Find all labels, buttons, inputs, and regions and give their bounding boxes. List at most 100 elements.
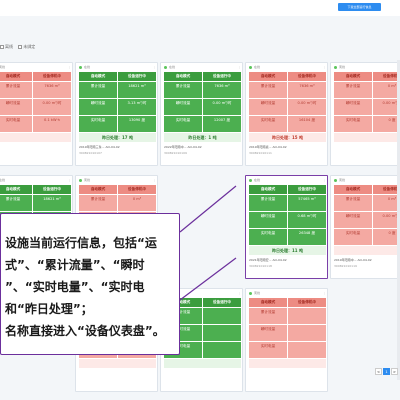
yesterday-processed xyxy=(164,359,241,368)
device-card[interactable]: 在线 ⋮ 自动模式 设备运行中 累计流量 57465 m³ 瞬时流量 0.68 m³/时 实时电… xyxy=(245,175,328,279)
card-header: 离线⋮ xyxy=(334,178,400,183)
checkbox-icon[interactable] xyxy=(18,45,23,49)
metric-value: 0.68 m³/时 xyxy=(288,212,326,228)
metric-label: 实时电量 xyxy=(334,116,372,132)
device-name-link[interactable]: 2022年阳南中... AO-04-02 xyxy=(164,145,241,149)
metric-label: 瞬时流量 xyxy=(79,99,117,115)
device-name-link[interactable]: 2019年阳南三条... AO-04-02 xyxy=(79,145,156,149)
status-label: 在线 xyxy=(254,65,261,69)
device-name-link[interactable]: 2019年阳南嘉... AO-04-02 xyxy=(249,145,326,149)
more-icon[interactable]: ⋮ xyxy=(238,65,241,70)
next-page-button[interactable]: > xyxy=(391,368,398,375)
metric-label: 累计流量 xyxy=(79,195,117,211)
device-name-link[interactable]: 2021年阳南宏... AO-04-02 xyxy=(249,258,326,262)
checkbox-icon[interactable] xyxy=(0,45,4,49)
metric-value: 7636 m³ xyxy=(203,82,241,98)
card-header: 在线 ⋮ xyxy=(249,178,326,183)
card-metrics: 自动模式 设备运行中 累计流量 7636 m³ 瞬时流量 0.00 m³/时 实时电量 120… xyxy=(164,72,241,133)
metric-value: 0 m³ xyxy=(373,82,400,98)
more-icon[interactable]: ⋮ xyxy=(323,178,326,183)
device-card[interactable]: 离线 ⋮ 自动模式 设备停机中 累计流量 瞬时流量 实时电量 xyxy=(245,288,328,392)
yesterday-processed xyxy=(249,359,326,368)
metric-label: 瞬时流量 xyxy=(164,99,202,115)
filter-unbound[interactable]: 未绑定 xyxy=(18,44,35,50)
status-label: 在线 xyxy=(254,178,261,182)
metric-value: 7636 m³ xyxy=(288,82,326,98)
device-name-link[interactable]: 2019年阳南中... AO-04-02 xyxy=(334,258,400,262)
metric-label: 瞬时流量 xyxy=(249,325,287,341)
device-id: 300821010111 xyxy=(249,151,272,155)
device-card[interactable]: 在线 ⋮ 自动模式 设备停机中 累计流量 7636 m³ 瞬时流量 0.00 m³/时 实时电量… xyxy=(245,62,328,166)
metric-value: 0.00 m³/时 xyxy=(288,99,326,115)
metric-value xyxy=(203,342,241,358)
yesterday-processed xyxy=(79,359,156,368)
yesterday-processed: 昨日处理：1 吨 xyxy=(164,133,241,142)
status-dot-icon xyxy=(334,178,337,182)
device-card[interactable]: 在线 ⋮ 自动模式设备运行中累计流量18621 m³瞬时流量3.13 m³/时实时电… xyxy=(75,62,158,166)
metric-value: 18621 m³ xyxy=(33,195,71,211)
status-dot-icon xyxy=(249,178,252,182)
device-card[interactable]: 离线 ⋮ 自动模式 设备停机中 累计流量 7636 m³ 瞬时流量 0.00 m³/时 实时电量… xyxy=(0,62,73,166)
metric-value: 57465 m³ xyxy=(288,195,326,211)
callout-line: 和“昨日处理”； xyxy=(5,302,93,316)
download-all-button[interactable]: 下载全部运行信息 xyxy=(338,3,381,11)
run-state: 设备运行中 xyxy=(288,185,326,194)
card-header: 离线⋮ xyxy=(0,65,71,70)
callout-line: 式”、“累计流量”、“瞬时 xyxy=(5,258,145,272)
top-bar: 下载全部运行信息 xyxy=(0,0,400,16)
status-dot-icon xyxy=(249,65,252,69)
metric-value: 0.00 m³/时 xyxy=(33,99,71,115)
card-header: 离线⋮ xyxy=(334,65,400,70)
metric-value: 12007 度 xyxy=(203,116,241,132)
metric-value xyxy=(288,342,326,358)
callout-line: ”、“实时电量”、“实时电 xyxy=(5,280,145,294)
run-state: 设备运行中 xyxy=(118,72,156,81)
page-button[interactable]: 1 xyxy=(383,368,390,375)
callout-line: 名称直接进入“设备仪表盘”。 xyxy=(5,324,165,338)
metric-value xyxy=(203,308,241,324)
status-dot-icon xyxy=(249,291,252,295)
more-icon[interactable]: ⋮ xyxy=(68,178,71,183)
metric-value: 0 度 xyxy=(373,116,400,132)
device-id: 300821010109 xyxy=(164,151,187,155)
metric-value: 16104 度 xyxy=(288,116,326,132)
status-label: 离线 xyxy=(254,291,261,295)
card-metrics: 自动模式设备运行中累计流量18621 m³瞬时流量3.13 m³/时实时电量13… xyxy=(79,72,156,133)
prev-page-button[interactable]: < xyxy=(375,368,382,375)
metric-value: 3.13 m³/时 xyxy=(118,99,156,115)
metric-label: 累计流量 xyxy=(0,195,32,211)
more-icon[interactable]: ⋮ xyxy=(323,65,326,70)
filter-bar: 离线 未绑定 xyxy=(0,44,39,53)
run-state: 设备运行中 xyxy=(203,72,241,81)
run-state: 设备停机中 xyxy=(118,185,156,194)
filter-offline[interactable]: 离线 xyxy=(0,44,13,50)
metric-value xyxy=(203,325,241,341)
metric-label: 累计流量 xyxy=(164,82,202,98)
more-icon[interactable]: ⋮ xyxy=(68,65,71,70)
metric-value: 0 度 xyxy=(373,229,400,245)
card-metrics: 自动模式 设备停机中 累计流量 7636 m³ 瞬时流量 0.00 m³/时 实时电量 0.1… xyxy=(0,72,71,133)
card-header: 离线⋮ xyxy=(79,178,156,183)
yesterday-processed xyxy=(334,133,400,142)
metric-value: 0 m³ xyxy=(373,195,400,211)
device-card[interactable]: 离线⋮ 自动模式设备停机中累计流量0 m³瞬时流量0.00 m³/时实时电量0 度… xyxy=(330,175,400,279)
metric-label: 瞬时流量 xyxy=(0,99,32,115)
device-card[interactable]: 离线⋮ 自动模式设备停机中累计流量0 m³瞬时流量0.00 m³/时实时电量0 度 xyxy=(330,62,400,166)
more-icon[interactable]: ⋮ xyxy=(238,291,241,296)
card-metrics: 自动模式设备停机中累计流量0 m³瞬时流量0.00 m³/时实时电量0 度 xyxy=(334,185,400,246)
device-card[interactable]: 在线 ⋮ 自动模式 设备运行中 累计流量 7636 m³ 瞬时流量 0.00 m³/时 实时电量… xyxy=(160,62,243,166)
metric-label: 瞬时流量 xyxy=(249,99,287,115)
more-icon[interactable]: ⋮ xyxy=(153,65,156,70)
more-icon[interactable]: ⋮ xyxy=(323,291,326,296)
metric-value: 0 m³ xyxy=(118,195,156,211)
yesterday-processed: 昨日处理：11 吨 xyxy=(249,246,326,255)
yesterday-processed xyxy=(0,133,71,142)
mode-label: 自动模式 xyxy=(334,72,372,81)
status-dot-icon xyxy=(79,65,82,69)
card-metrics: 自动模式 设备运行中 累计流量 57465 m³ 瞬时流量 0.68 m³/时 实时电量 26… xyxy=(249,185,326,246)
card-metrics: 自动模式 设备停机中 累计流量 7636 m³ 瞬时流量 0.00 m³/时 实时电量 161… xyxy=(249,72,326,133)
more-icon[interactable]: ⋮ xyxy=(153,178,156,183)
device-id: 300821010107 xyxy=(79,151,102,155)
status-label: 离线 xyxy=(339,178,346,182)
metric-label: 瞬时流量 xyxy=(249,212,287,228)
